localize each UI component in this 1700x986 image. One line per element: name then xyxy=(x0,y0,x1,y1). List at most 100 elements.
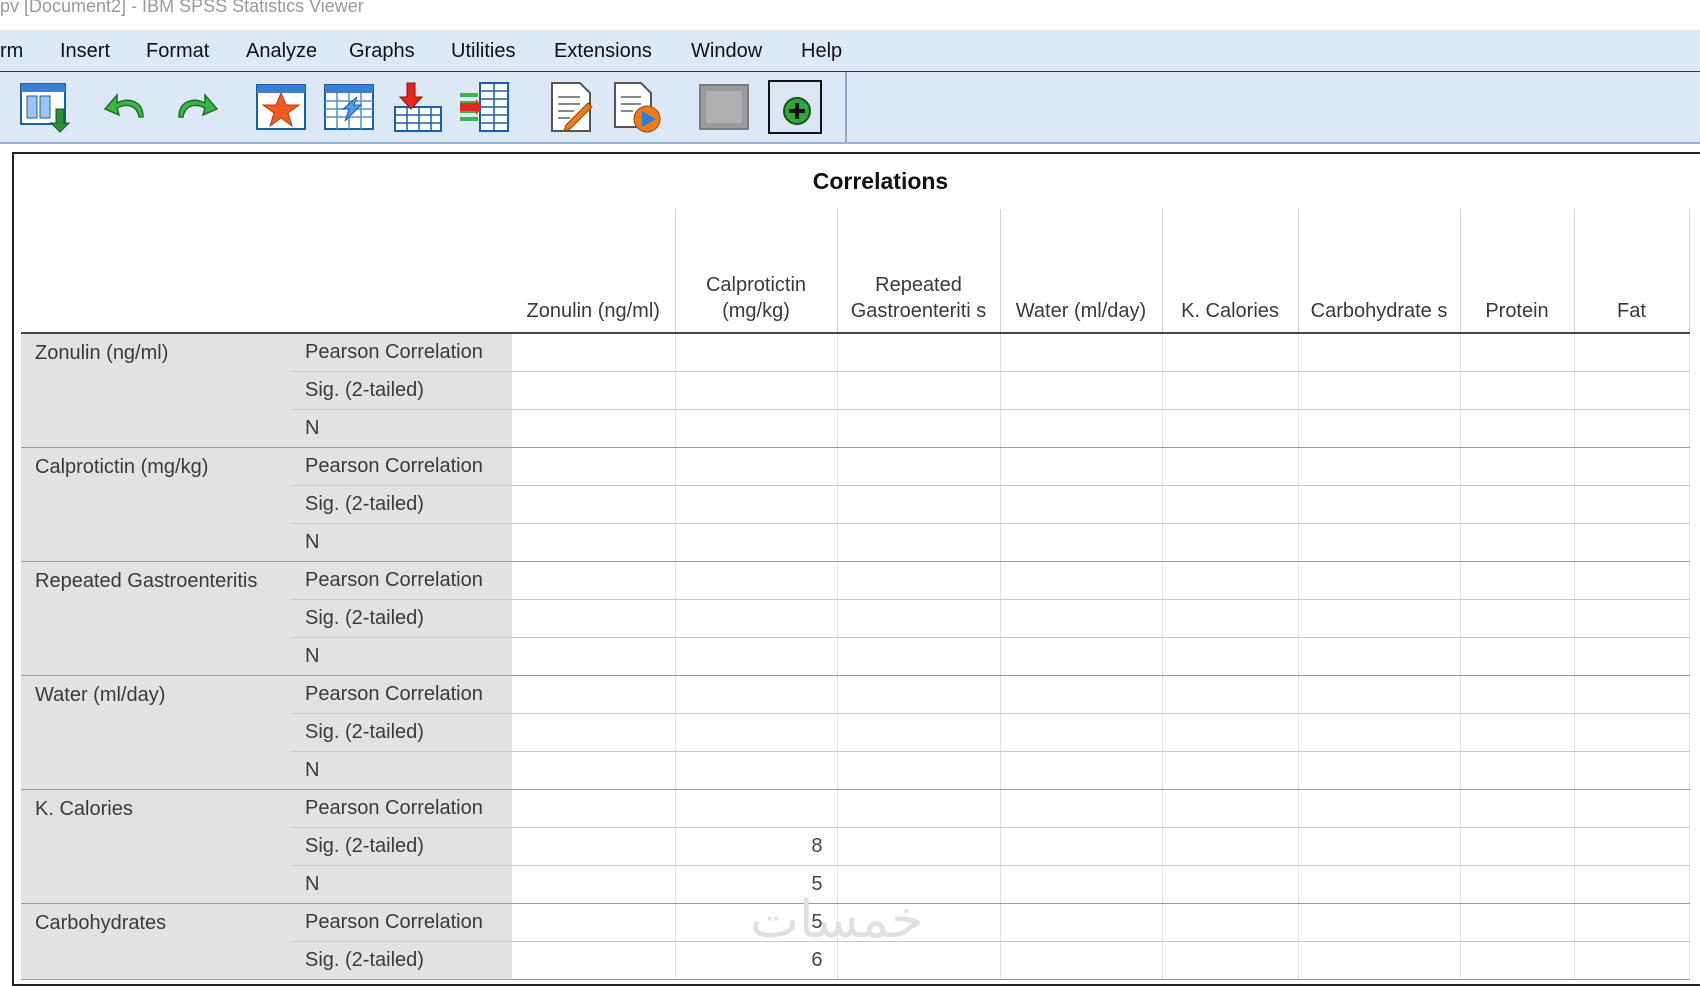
toolbar-separator xyxy=(845,72,847,142)
table-cell xyxy=(1574,523,1690,562)
statistic-label: N xyxy=(291,751,512,790)
table-row: Zonulin (ng/ml) Pearson Correlation xyxy=(21,333,1690,448)
insert-variable-icon xyxy=(460,82,509,132)
menu-insert[interactable]: Insert xyxy=(60,40,110,63)
table-cell xyxy=(1460,523,1575,562)
statistic-label: N xyxy=(291,637,512,676)
pivot-button[interactable] xyxy=(697,80,751,134)
table-cell xyxy=(1298,827,1461,866)
table-cell xyxy=(1574,485,1690,524)
text-output-button[interactable] xyxy=(543,80,597,134)
table-cell xyxy=(837,485,1001,524)
table-cell xyxy=(1298,485,1461,524)
table-cell xyxy=(1000,789,1163,828)
menu-extensions[interactable]: Extensions xyxy=(554,40,652,63)
statistic-label: Pearson Correlation xyxy=(291,333,512,372)
menu-graphs[interactable]: Graphs xyxy=(349,40,415,63)
table-cell xyxy=(1460,865,1575,904)
column-header: Fat xyxy=(1574,209,1690,334)
statistic-label: Sig. (2-tailed) xyxy=(291,485,512,524)
table-cell xyxy=(1162,371,1299,410)
table-cell xyxy=(1460,485,1575,524)
statistic-label: N xyxy=(291,409,512,448)
table-cell xyxy=(1574,599,1690,638)
table-cell xyxy=(1162,485,1299,524)
table-cell xyxy=(1000,903,1163,942)
table-row: Repeated Gastroenteritis Pearson Correlat… xyxy=(21,561,1690,676)
table-cell xyxy=(1298,789,1461,828)
table-cell xyxy=(1162,637,1299,676)
table-cell xyxy=(512,637,676,676)
table-cell xyxy=(1298,903,1461,942)
pivot-disabled-icon xyxy=(699,84,749,130)
insert-cases-button[interactable] xyxy=(390,80,444,134)
table-cell xyxy=(1574,333,1690,372)
undo-button[interactable] xyxy=(100,80,154,134)
toolbar xyxy=(0,72,1700,144)
table-cell xyxy=(675,713,838,752)
table-cell xyxy=(675,751,838,790)
statistic-label: Pearson Correlation xyxy=(291,903,512,942)
table-cell xyxy=(1574,371,1690,410)
menu-format[interactable]: Format xyxy=(146,40,209,63)
table-cell xyxy=(1298,751,1461,790)
row-variable-label: Water (ml/day) xyxy=(21,675,291,790)
table-cell xyxy=(512,713,676,752)
table-cell xyxy=(1162,827,1299,866)
menu-help[interactable]: Help xyxy=(801,40,842,63)
statistic-label: Pearson Correlation xyxy=(291,447,512,486)
table-cell xyxy=(1460,789,1575,828)
menu-analyze[interactable]: Analyze xyxy=(246,40,317,63)
table-cell xyxy=(837,789,1001,828)
statistic-label: Sig. (2-tailed) xyxy=(291,371,512,410)
header-blank xyxy=(21,209,291,334)
undo-icon xyxy=(103,92,144,118)
table-cell xyxy=(1162,713,1299,752)
menu-transform[interactable]: rm xyxy=(0,40,23,63)
table-cell xyxy=(1460,447,1575,486)
table-cell xyxy=(1000,941,1163,980)
column-header: Protein xyxy=(1460,209,1575,334)
goto-data-button[interactable] xyxy=(254,80,308,134)
statistic-label: Pearson Correlation xyxy=(291,561,512,600)
title-bar: pv [Document2] - IBM SPSS Statistics Vie… xyxy=(0,0,1700,30)
export-button[interactable] xyxy=(17,80,71,134)
table-cell xyxy=(1162,865,1299,904)
goto-case-button[interactable] xyxy=(322,80,376,134)
table-cell xyxy=(512,485,676,524)
table-cell xyxy=(1298,941,1461,980)
table-cell xyxy=(1574,827,1690,866)
table-cell xyxy=(512,941,676,980)
table-cell xyxy=(1460,561,1575,600)
table-cell xyxy=(1162,751,1299,790)
table-cell xyxy=(675,485,838,524)
table-cell xyxy=(1000,637,1163,676)
table-cell xyxy=(512,827,676,866)
table-cell xyxy=(1460,599,1575,638)
table-cell xyxy=(1574,941,1690,980)
table-cell xyxy=(512,599,676,638)
table-cell xyxy=(1574,637,1690,676)
insert-variable-button[interactable] xyxy=(457,80,511,134)
table-cell xyxy=(1574,675,1690,714)
table-cell xyxy=(837,599,1001,638)
run-script-button[interactable] xyxy=(610,80,664,134)
table-cell xyxy=(675,637,838,676)
window-title: pv [Document2] - IBM SPSS Statistics Vie… xyxy=(0,0,364,16)
row-variable-label: Repeated Gastroenteritis xyxy=(21,561,291,676)
run-script-icon xyxy=(614,82,661,133)
table-cell xyxy=(1162,599,1299,638)
table-cell xyxy=(1000,827,1163,866)
redo-button[interactable] xyxy=(168,80,222,134)
table-cell xyxy=(1460,903,1575,942)
designate-window-button[interactable] xyxy=(768,80,822,134)
statistic-label: Sig. (2-tailed) xyxy=(291,713,512,752)
column-header: Zonulin (ng/ml) xyxy=(512,209,676,334)
table-cell xyxy=(1460,371,1575,410)
menu-utilities[interactable]: Utilities xyxy=(451,40,515,63)
table-cell xyxy=(1000,409,1163,448)
menu-window[interactable]: Window xyxy=(691,40,762,63)
table-cell xyxy=(1298,865,1461,904)
row-variable-label: Calprotictin (mg/kg) xyxy=(21,447,291,562)
table-cell xyxy=(1162,789,1299,828)
